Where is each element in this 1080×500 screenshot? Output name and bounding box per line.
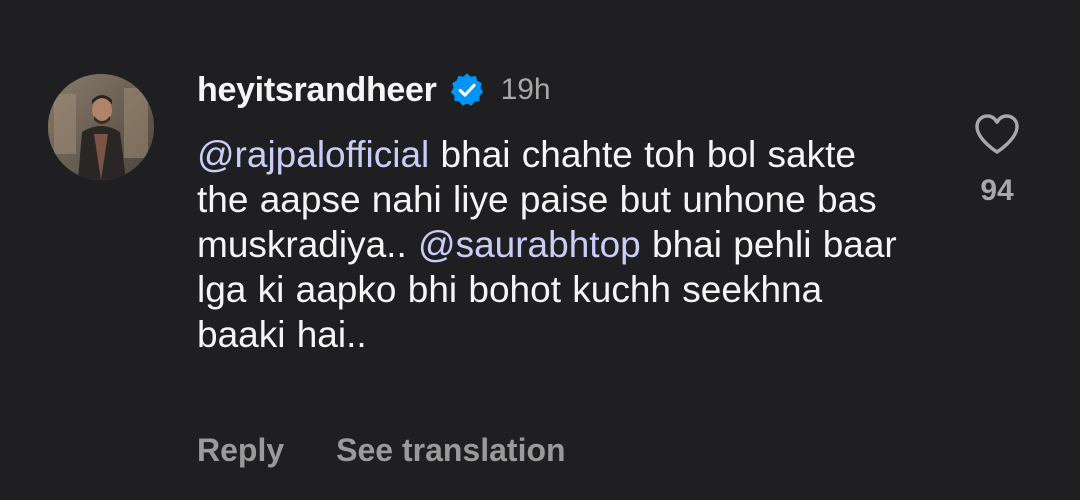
comment-text: @rajpalofficial bhai chahte toh bol sakt… — [197, 132, 917, 357]
comment-header: heyitsrandheer 19h — [197, 68, 551, 112]
comment-actions: Reply See translation — [197, 428, 566, 472]
avatar[interactable] — [48, 74, 154, 180]
see-translation-button[interactable]: See translation — [336, 432, 565, 469]
heart-icon[interactable] — [973, 112, 1021, 156]
username-link[interactable]: heyitsrandheer — [197, 71, 437, 110]
like-count: 94 — [980, 174, 1014, 207]
mention-link[interactable]: @rajpalofficial — [197, 134, 429, 175]
reply-button[interactable]: Reply — [197, 432, 284, 469]
like-section: 94 — [962, 112, 1032, 208]
mention-link[interactable]: @saurabhtop — [418, 224, 641, 265]
timestamp: 19h — [500, 73, 551, 106]
comment-item: heyitsrandheer 19h @rajpalofficial bhai … — [0, 0, 1080, 500]
verified-badge-icon — [449, 72, 485, 108]
